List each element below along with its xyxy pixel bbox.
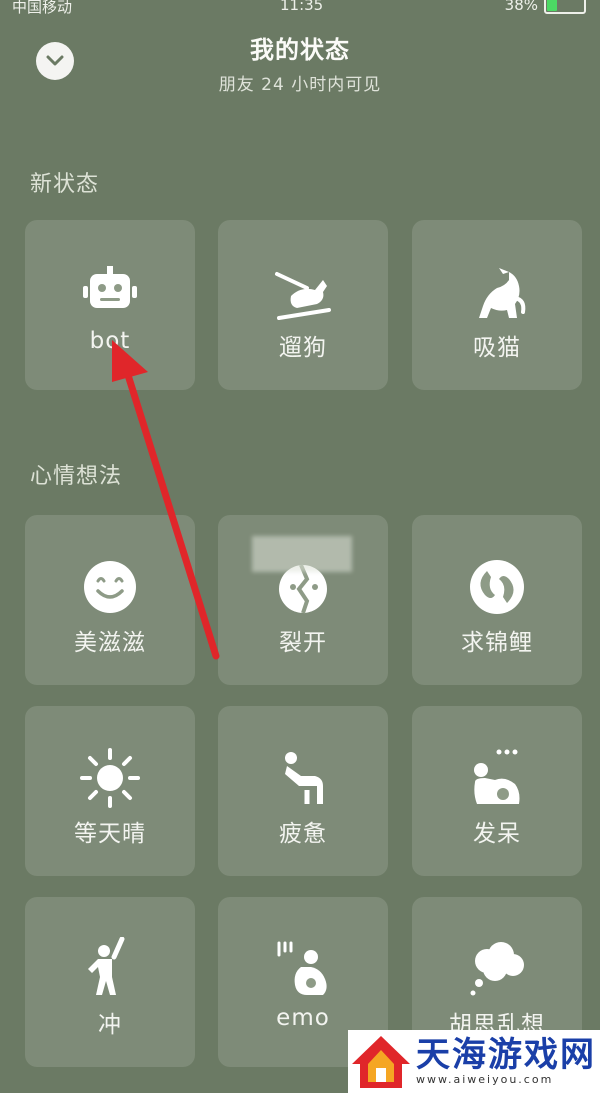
watermark-title: 天海游戏网: [416, 1035, 596, 1075]
house-logo-icon: [352, 1035, 410, 1088]
watermark-url: www.aiweiyou.com: [416, 1073, 554, 1086]
watermark: 天海游戏网 www.aiweiyou.com: [348, 1030, 600, 1093]
annotation-arrow: [112, 340, 220, 660]
